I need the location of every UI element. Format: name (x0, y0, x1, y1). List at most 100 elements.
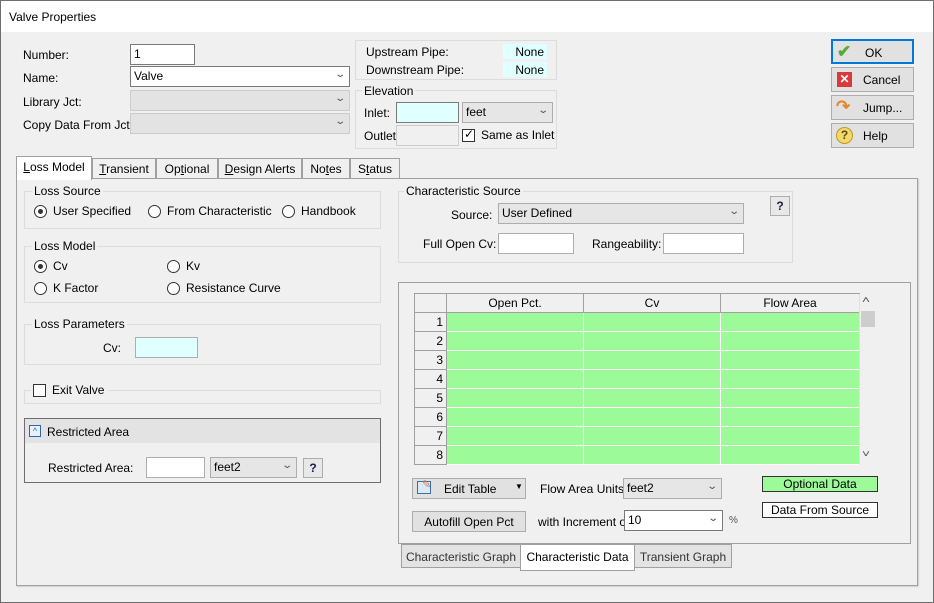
table-cell[interactable] (583, 369, 721, 389)
tab-status[interactable]: Status (350, 158, 400, 179)
table-cell[interactable] (720, 312, 860, 332)
tab-characteristic-data[interactable]: Characteristic Data (520, 544, 635, 571)
characteristic-help-button[interactable]: ? (770, 196, 790, 216)
row-header-corner (414, 293, 447, 313)
radio-kv[interactable]: Kv (167, 259, 200, 273)
scroll-up-icon[interactable]: ˄ (862, 295, 870, 306)
row-number[interactable]: 5 (414, 388, 447, 408)
tab-design-alerts[interactable]: Design Alerts (218, 158, 302, 179)
radio-selected[interactable] (34, 259, 47, 273)
scrollbar-thumb[interactable] (861, 311, 875, 327)
table-cell[interactable] (720, 350, 860, 370)
edit-table-button[interactable]: ✎ Edit Table ▼ (412, 478, 526, 499)
tab-notes[interactable]: Notes (302, 158, 350, 179)
table-cell[interactable] (583, 350, 721, 370)
table-cell[interactable] (446, 407, 584, 427)
table-cell[interactable] (720, 445, 860, 465)
table-cell[interactable] (446, 445, 584, 465)
jump-arrow-icon: ↷ (836, 97, 851, 116)
row-number[interactable]: 8 (414, 445, 447, 465)
checkbox-checked[interactable]: ✓ (462, 127, 475, 142)
table-cell[interactable] (720, 388, 860, 408)
restricted-area-help-button[interactable]: ? (303, 458, 323, 478)
radio-k-factor[interactable]: K Factor (34, 281, 98, 295)
cv-input[interactable] (135, 337, 198, 358)
source-combo[interactable]: User Defined ⌄ (498, 203, 744, 224)
table-cell[interactable] (446, 426, 584, 446)
scroll-down-icon[interactable]: ˅ (862, 449, 870, 460)
row-number[interactable]: 4 (414, 369, 447, 389)
radio-selected[interactable] (34, 204, 47, 218)
radio-cv[interactable]: Cv (34, 259, 68, 273)
same-as-inlet-checkbox[interactable]: ✓ Same as Inlet (462, 127, 554, 142)
table-cell[interactable] (720, 369, 860, 389)
radio-resistance-curve[interactable]: Resistance Curve (167, 281, 281, 295)
row-number[interactable]: 6 (414, 407, 447, 427)
downstream-pipe-label: Downstream Pipe: (366, 63, 465, 77)
ok-button[interactable]: ✔ OK (831, 39, 914, 64)
table-cell[interactable] (583, 312, 721, 332)
table-cell[interactable] (583, 388, 721, 408)
collapse-icon[interactable]: ^ (29, 425, 41, 437)
tab-optional[interactable]: Optional (156, 158, 218, 179)
flow-area-units-combo[interactable]: feet2 ⌄ (623, 478, 722, 499)
radio-from-characteristic[interactable]: From Characteristic (148, 204, 272, 218)
outlet-input[interactable] (396, 125, 459, 146)
chevron-down-icon: ⌄ (280, 460, 293, 471)
radio-unselected[interactable] (167, 259, 180, 273)
column-header-flow-area[interactable]: Flow Area (720, 293, 860, 313)
radio-label: K Factor (53, 281, 99, 295)
exit-valve-checkbox[interactable]: Exit Valve (31, 383, 109, 397)
library-jct-combo[interactable]: ⌄ (130, 90, 350, 111)
elevation-unit-combo[interactable]: feet ⌄ (462, 102, 553, 123)
radio-user-specified[interactable]: User Specified (34, 204, 131, 218)
increment-combo[interactable]: 10 ⌄ (624, 510, 723, 531)
jump-button[interactable]: ↷ Jump... (831, 95, 914, 120)
table-cell[interactable] (720, 331, 860, 351)
autofill-open-pct-button[interactable]: Autofill Open Pct (412, 511, 526, 532)
radio-unselected[interactable] (282, 204, 295, 218)
row-number[interactable]: 2 (414, 331, 447, 351)
checkbox-unchecked[interactable] (33, 383, 46, 397)
copy-data-combo[interactable]: ⌄ (130, 113, 350, 134)
radio-unselected[interactable] (148, 204, 161, 218)
column-header-open-pct[interactable]: Open Pct. (446, 293, 584, 313)
table-cell[interactable] (583, 407, 721, 427)
row-number[interactable]: 7 (414, 426, 447, 446)
table-cell[interactable] (446, 350, 584, 370)
row-number[interactable]: 1 (414, 312, 447, 332)
table-cell[interactable] (583, 331, 721, 351)
cancel-button[interactable]: ✕ Cancel (831, 67, 914, 92)
table-cell[interactable] (446, 388, 584, 408)
table-cell[interactable] (583, 426, 721, 446)
restricted-area-unit-combo[interactable]: feet2 ⌄ (210, 457, 297, 478)
restricted-area-input[interactable] (146, 457, 205, 478)
tab-characteristic-graph[interactable]: Characteristic Graph (401, 544, 521, 568)
number-input[interactable]: 1 (130, 44, 195, 65)
column-header-cv[interactable]: Cv (583, 293, 721, 313)
row-number[interactable]: 3 (414, 350, 447, 370)
characteristic-table: Open Pct. Cv Flow Area 12345678 (414, 293, 860, 465)
ok-label: OK (865, 46, 883, 60)
tab-transient[interactable]: Transient (92, 158, 156, 179)
table-cell[interactable] (446, 369, 584, 389)
radio-unselected[interactable] (34, 281, 47, 295)
rangeability-input[interactable] (663, 233, 744, 254)
table-cell[interactable] (720, 407, 860, 427)
table-scrollbar[interactable]: ˄ ˅ (859, 294, 876, 465)
table-cell[interactable] (583, 445, 721, 465)
table-cell[interactable] (446, 312, 584, 332)
restricted-area-header[interactable]: ^ Restricted Area (25, 419, 380, 443)
radio-handbook[interactable]: Handbook (282, 204, 356, 218)
inlet-input[interactable] (396, 102, 459, 123)
radio-unselected[interactable] (167, 281, 180, 295)
name-combo[interactable]: Valve ⌄ (130, 66, 350, 87)
source-label: Source: (451, 208, 493, 222)
full-open-cv-input[interactable] (498, 233, 574, 254)
tab-transient-graph[interactable]: Transient Graph (634, 544, 732, 568)
table-cell[interactable] (446, 331, 584, 351)
table-cell[interactable] (720, 426, 860, 446)
tab-loss-model[interactable]: Loss Model (16, 156, 92, 180)
tab-label: ransient (106, 162, 149, 176)
help-button[interactable]: ? Help (831, 123, 914, 148)
